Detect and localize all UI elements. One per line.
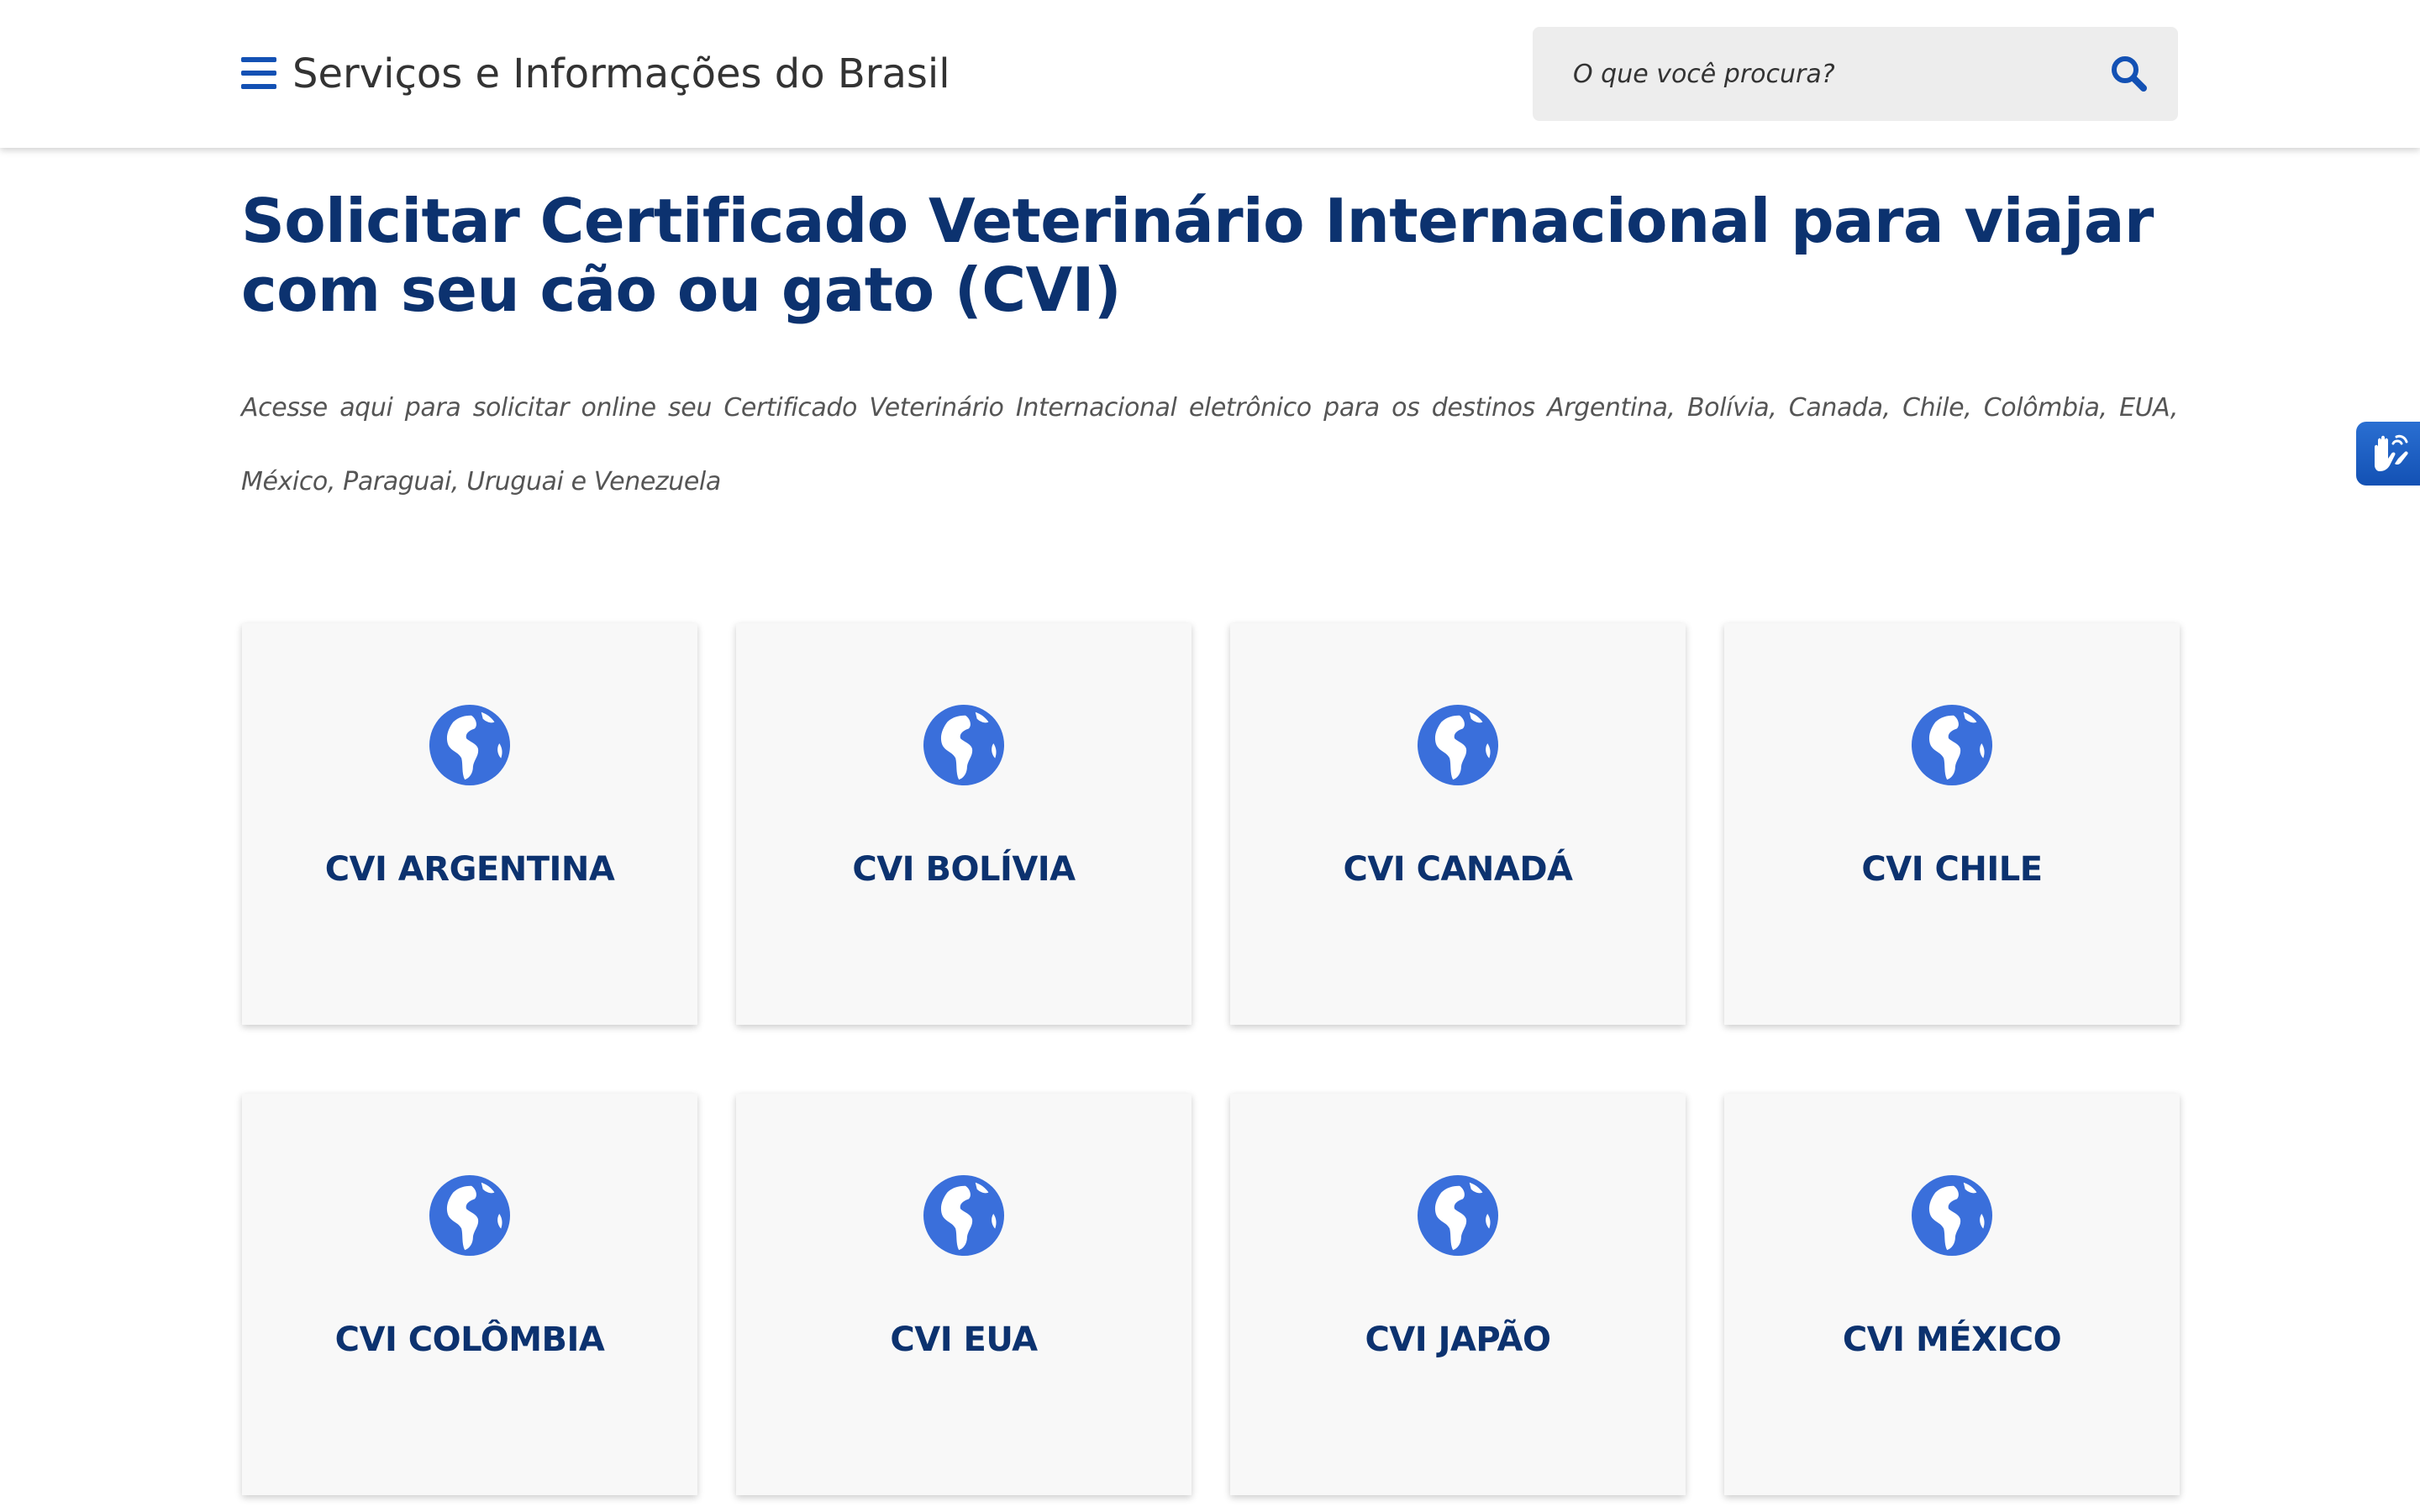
search-box xyxy=(1533,27,2178,121)
globe-icon xyxy=(1911,704,1993,786)
globe-icon xyxy=(1417,704,1499,786)
card-cvi-eua[interactable]: CVI EUA xyxy=(736,1094,1192,1495)
search-icon xyxy=(2112,56,2147,92)
card-cvi-mexico[interactable]: CVI MÉXICO xyxy=(1724,1094,2180,1495)
menu-bar xyxy=(241,71,276,76)
card-cvi-canada[interactable]: CVI CANADÁ xyxy=(1230,623,1686,1025)
accessibility-widget-button[interactable] xyxy=(2356,422,2420,486)
card-label: CVI ARGENTINA xyxy=(324,850,615,889)
card-cvi-chile[interactable]: CVI CHILE xyxy=(1724,623,2180,1025)
card-label: CVI COLÔMBIA xyxy=(334,1320,605,1359)
globe-icon xyxy=(1417,1174,1499,1257)
page-subtitle: Acesse aqui para solicitar online seu Ce… xyxy=(241,393,2178,496)
search-button[interactable] xyxy=(2109,54,2149,94)
site-header: Serviços e Informações do Brasil xyxy=(0,0,2420,148)
menu-bar xyxy=(241,84,276,89)
search-input[interactable] xyxy=(1573,27,2077,121)
globe-icon xyxy=(429,1174,511,1257)
cvi-card-grid: CVI ARGENTINA CVI BOLÍVIA CVI CANADÁ CVI… xyxy=(242,623,2180,1495)
sign-language-icon xyxy=(2375,434,2408,471)
card-label: CVI EUA xyxy=(890,1320,1038,1359)
globe-icon xyxy=(923,704,1005,786)
globe-icon xyxy=(1911,1174,1993,1257)
card-label: CVI JAPÃO xyxy=(1365,1320,1551,1359)
card-cvi-bolivia[interactable]: CVI BOLÍVIA xyxy=(736,623,1192,1025)
menu-bar xyxy=(241,57,276,62)
card-label: CVI MÉXICO xyxy=(1842,1320,2062,1359)
page-title: Solicitar Certificado Veterinário Intern… xyxy=(241,186,2154,325)
card-label: CVI CANADÁ xyxy=(1343,850,1573,889)
card-cvi-colombia[interactable]: CVI COLÔMBIA xyxy=(242,1094,697,1495)
card-cvi-argentina[interactable]: CVI ARGENTINA xyxy=(242,623,697,1025)
globe-icon xyxy=(429,704,511,786)
site-title[interactable]: Serviços e Informações do Brasil xyxy=(292,47,950,101)
card-label: CVI CHILE xyxy=(1861,850,2043,889)
globe-icon xyxy=(923,1174,1005,1257)
card-label: CVI BOLÍVIA xyxy=(852,850,1076,889)
card-cvi-japao[interactable]: CVI JAPÃO xyxy=(1230,1094,1686,1495)
menu-icon[interactable] xyxy=(241,55,276,91)
